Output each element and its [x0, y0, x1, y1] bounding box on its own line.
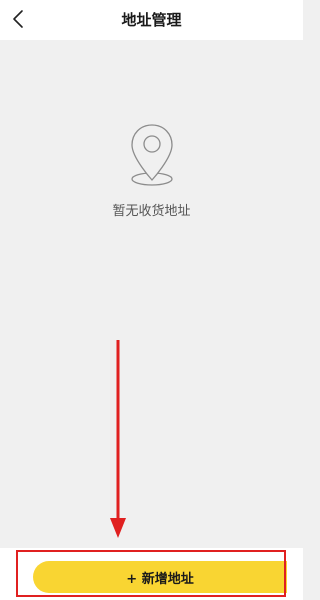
- annotation-highlight-box: [16, 550, 286, 597]
- empty-state: 暂无收货地址: [0, 122, 303, 219]
- annotation-arrow: [110, 340, 126, 538]
- header-bar: 地址管理: [0, 0, 303, 40]
- empty-message: 暂无收货地址: [112, 204, 191, 219]
- location-pin-icon: [130, 124, 173, 186]
- page-title: 地址管理: [121, 11, 182, 29]
